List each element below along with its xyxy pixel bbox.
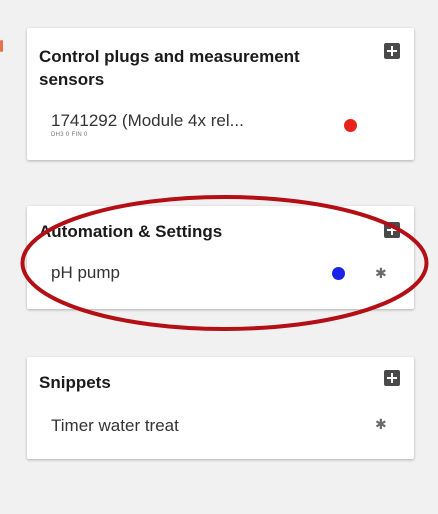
gear-icon[interactable]: ✱ xyxy=(375,417,387,431)
automation-settings-title: Automation & Settings xyxy=(39,222,223,241)
add-box-icon[interactable] xyxy=(384,370,400,386)
snippets-card: Snippets Timer water treat ✱ xyxy=(27,357,414,459)
control-plugs-card: Control plugs and measurement sensors 17… xyxy=(27,28,414,160)
module-item-label: 1741292 (Module 4x rel... xyxy=(51,111,244,130)
edge-accent-mark xyxy=(0,40,3,52)
blue-status-dot xyxy=(332,267,345,280)
module-item-sublabel: DH3 0 FIN 0 xyxy=(51,132,88,138)
control-plugs-title: Control plugs and measurement sensors xyxy=(39,47,300,89)
ph-pump-label: pH pump xyxy=(51,263,120,282)
automation-settings-card: Automation & Settings pH pump ✱ xyxy=(27,206,414,309)
gear-icon[interactable]: ✱ xyxy=(375,266,387,280)
add-box-icon[interactable] xyxy=(384,43,400,59)
add-box-icon[interactable] xyxy=(384,222,400,238)
timer-water-treat-label: Timer water treat xyxy=(51,416,179,435)
snippets-title: Snippets xyxy=(39,373,111,392)
red-status-dot xyxy=(344,119,357,132)
